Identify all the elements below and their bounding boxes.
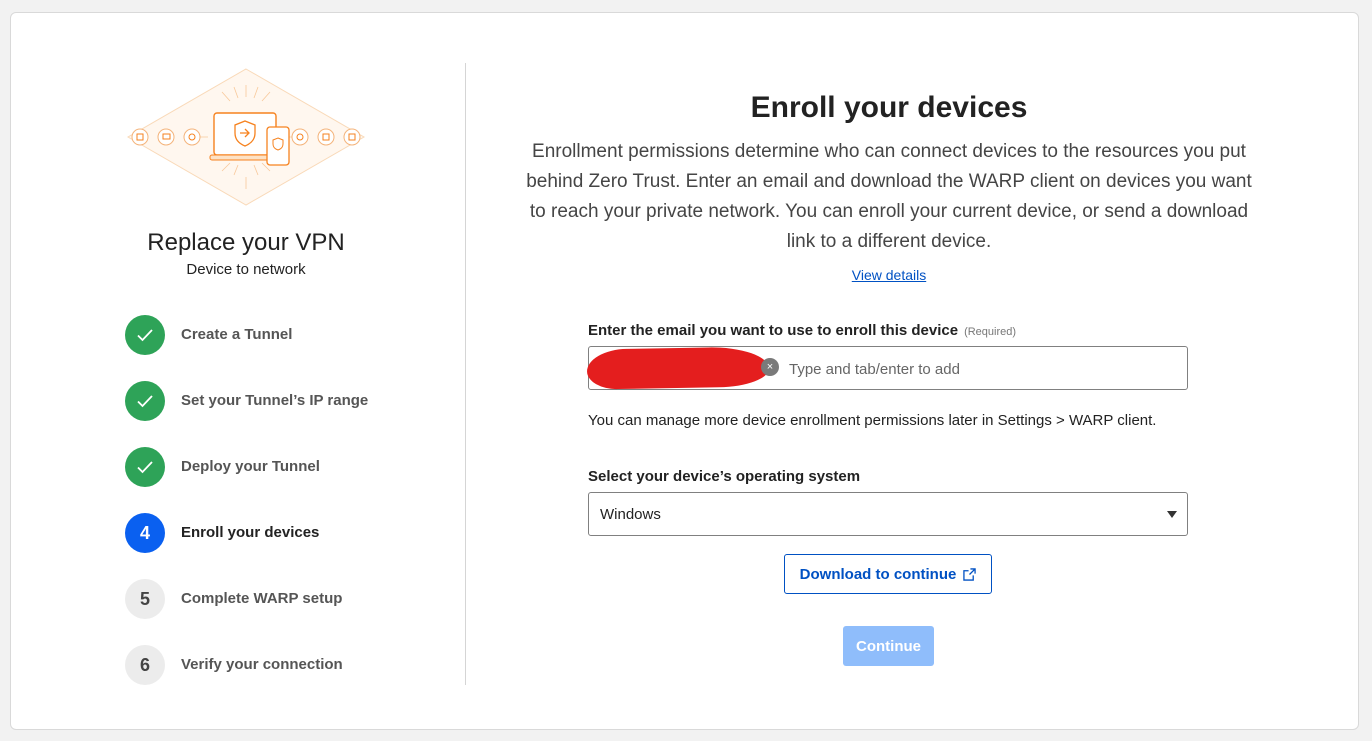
step-create-tunnel: Create a Tunnel [125,315,455,355]
redacted-email-chip [586,346,770,390]
os-select[interactable]: Windows [588,492,1188,536]
wizard-title: Replace your VPN [147,229,345,256]
email-field[interactable] [787,355,1171,383]
step-number-badge: 4 [125,513,165,553]
download-button-label: Download to continue [799,565,957,583]
step-label: Enroll your devices [181,524,320,541]
enroll-panel: Enroll your devices Enrollment permissio… [466,13,1360,729]
step-complete-badge [125,381,165,421]
caret-down-icon [1167,511,1177,518]
step-label: Verify your connection [181,656,343,673]
wizard-sidebar: Replace your VPN Device to network Creat… [11,13,465,729]
step-complete-badge [125,447,165,487]
page-title: Enroll your devices [750,91,1028,124]
enrollment-hint: You can manage more device enrollment pe… [588,412,1157,429]
step-number-badge: 6 [125,645,165,685]
email-tag-input[interactable]: × [586,346,1188,390]
onboarding-card: Replace your VPN Device to network Creat… [10,12,1359,730]
wizard-subtitle: Device to network [186,261,306,278]
os-select-label: Select your device’s operating system [588,468,861,485]
external-link-icon [963,567,977,581]
step-set-ip-range: Set your Tunnel’s IP range [125,381,455,421]
remove-chip-icon[interactable]: × [761,358,779,376]
download-button[interactable]: Download to continue [784,554,992,594]
step-label: Create a Tunnel [181,326,293,343]
email-label-text: Enter the email you want to use to enrol… [588,322,959,339]
step-number-badge: 5 [125,579,165,619]
step-deploy-tunnel: Deploy your Tunnel [125,447,455,487]
email-field-label: Enter the email you want to use to enrol… [588,322,1016,339]
check-icon [137,395,153,408]
step-enroll-devices: 4 Enroll your devices [125,513,455,553]
os-selected-value: Windows [600,506,661,523]
step-complete-warp: 5 Complete WARP setup [125,579,455,619]
check-icon [137,329,153,342]
step-label: Complete WARP setup [181,590,343,607]
vpn-illustration [126,68,366,206]
page-description: Enrollment permissions determine who can… [526,141,1252,252]
continue-button[interactable]: Continue [843,626,934,666]
view-details-link[interactable]: View details [466,267,1312,283]
step-complete-badge [125,315,165,355]
required-indicator: (Required) [964,326,1017,338]
step-label: Set your Tunnel’s IP range [181,392,369,409]
step-label: Deploy your Tunnel [181,458,320,475]
check-icon [137,461,153,474]
step-verify-connection: 6 Verify your connection [125,645,455,685]
